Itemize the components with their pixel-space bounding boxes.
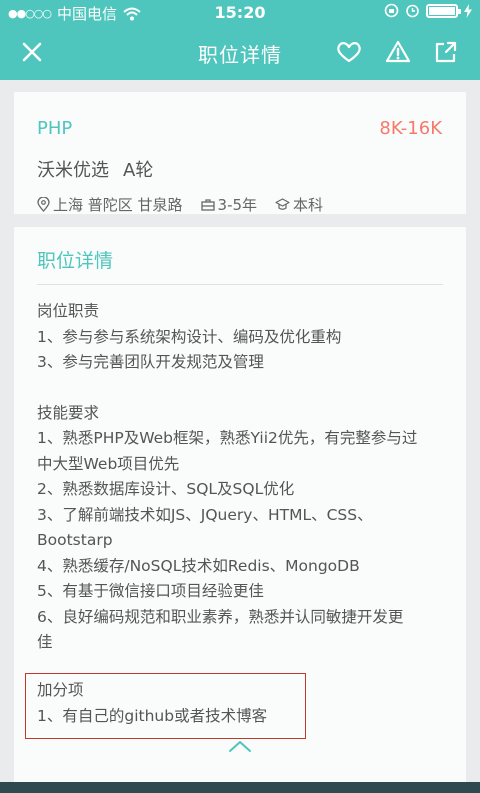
responsibility-line: 3、参与完善团队开发规范及管理 [37, 353, 264, 371]
responsibility-line: 1、参与参与系统架构设计、编码及优化重构 [37, 327, 342, 346]
job-title: PHP [37, 118, 73, 139]
location-text: 上海 普陀区 甘泉路 [53, 196, 183, 214]
job-description: 岗位职责 1、参与参与系统架构设计、编码及优化重构 3、参与完善团队开发规范及管… [37, 299, 447, 656]
skill-line: 1、熟悉PHP及Web框架，熟悉Yii2优先，有完整参与过 [37, 429, 418, 447]
heart-icon[interactable] [335, 38, 363, 66]
skill-line: 5、有基于微信接口项目经验更佳 [37, 582, 264, 600]
education-text: 本科 [293, 196, 324, 214]
briefcase-icon [200, 199, 215, 211]
location-pin-icon [37, 197, 50, 212]
experience-text: 3-5年 [217, 196, 258, 214]
status-right [384, 3, 472, 18]
company-line: 沃米优选 A轮 [37, 156, 153, 182]
skill-line: 中大型Web项目优先 [37, 454, 180, 473]
graduation-cap-icon [275, 198, 290, 210]
chevron-up-icon[interactable] [227, 738, 253, 754]
location-item: 上海 普陀区 甘泉路 [37, 194, 183, 215]
job-summary-card: PHP 8K-16K 沃米优选 A轮 上海 普陀区 甘泉路 3-5年 本科 [14, 92, 466, 214]
alert-icon[interactable] [384, 38, 412, 66]
funding-round: A轮 [123, 160, 154, 181]
responsibilities-title: 岗位职责 [37, 302, 100, 320]
alarm-icon [406, 4, 419, 18]
section-heading: 职位详情 [37, 250, 114, 272]
skill-line: 4、熟悉缓存/NoSQL技术如Redis、MongoDB [37, 556, 360, 575]
skill-line: 6、良好编码规范和职业素养，熟悉并认同敏捷开发更 [37, 607, 404, 626]
skill-line: 佳 [37, 633, 53, 651]
skill-line: 3、了解前端技术如JS、JQuery、HTML、CSS、 [37, 505, 373, 524]
education-item: 本科 [275, 194, 323, 215]
divider [37, 284, 443, 285]
charging-icon [464, 3, 472, 18]
status-bar: ●●○○○ 中国电信 15:20 [0, 0, 480, 26]
job-meta: 上海 普陀区 甘泉路 3-5年 本科 [37, 194, 323, 215]
experience-item: 3-5年 [200, 194, 258, 215]
company-name[interactable]: 沃米优选 [37, 160, 109, 181]
share-icon[interactable] [432, 38, 460, 66]
salary-range: 8K-16K [379, 118, 442, 139]
skills-title: 技能要求 [37, 403, 100, 422]
nav-bar: 职位详情 [0, 26, 480, 80]
skill-line: Bootstarp [37, 531, 113, 549]
highlight-box [25, 673, 306, 739]
orientation-lock-icon [384, 3, 399, 18]
skill-line: 2、熟悉数据库设计、SQL及SQL优化 [37, 480, 295, 498]
battery-icon [426, 3, 461, 18]
bottom-bar [0, 782, 480, 793]
